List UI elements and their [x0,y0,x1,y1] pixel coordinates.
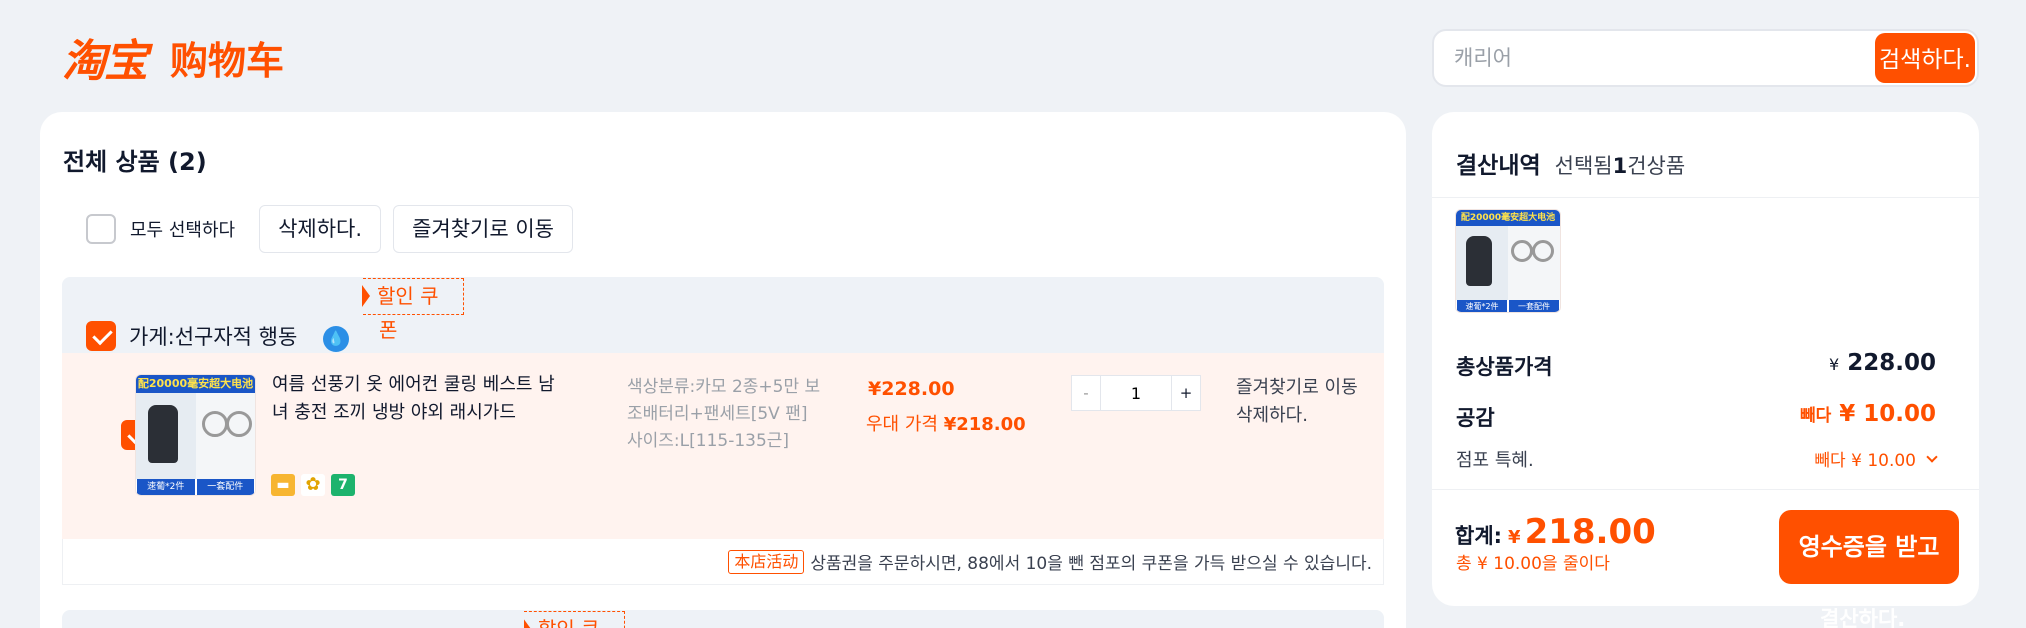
divider [1432,197,1979,198]
product-sku[interactable]: 색상분류:카모 2종+5만 보조배터리+팬세트[5V 팬] 사이즈:L[115-… [627,374,827,455]
promo-tag: 本店活动 [728,549,805,574]
thumb-tags: 速葡*2件 一套配件 [1456,300,1560,312]
select-all-label[interactable]: 모두 선택하다 [130,216,235,242]
total-amount: 228.00 [1847,350,1936,376]
credit-card-icon: ▬ [271,474,295,496]
vest-image [1456,226,1508,300]
cart-title: 전체 상품 (2) [63,148,207,176]
sku-size: 사이즈:L[115-135근] [627,431,790,451]
quantity-stepper: - + [1071,375,1201,411]
summary-title: 결산내역 [1456,153,1541,179]
summary-header: 결산내역 선택됨1건상품 [1456,146,1685,180]
coupon-label-line1: 할인 쿠 [538,617,600,628]
selected-product-thumbnail[interactable]: 配20000毫安超大电池 速葡*2件 一套配件 [1455,209,1561,313]
search-bar: 검색하다. [1432,29,1979,87]
thumb-banner: 配20000毫安超大电池 [1456,210,1560,226]
sku-color: 색상분류:카모 2종+5만 보조배터리+팬세트[5V 팬] [627,377,821,424]
store-promo: 本店活动 상품권을 주문하시면, 88에서 10을 뺀 점포의 쿠폰을 가득 받… [728,549,1372,574]
vest-image [136,393,196,479]
cart-toolbar: 모두 선택하다 삭제하다. 즐겨찾기로 이동 [86,205,585,253]
pay-total: 합계: ¥ 218.00 [1455,512,1656,552]
discount-prefix: 빼다 [1799,406,1832,426]
store-coupon-tag[interactable]: 할인 쿠 [524,611,625,628]
discount-label: 공감 [1456,406,1495,430]
page-title: 购物车 [170,38,285,83]
thumb-image [1456,226,1560,300]
checkout-sub-label: 결산하다. [1820,607,1906,628]
pay-label: 합계: [1455,524,1503,548]
thumb-banner: 配20000毫安超大电池 [136,375,255,393]
total-currency: ¥ [1829,355,1840,374]
brand-logo: 淘宝 [62,36,148,87]
selected-suffix: 건상품 [1627,154,1686,178]
chevron-down-icon [1926,450,1938,463]
savings-text: 총 ¥ 10.00을 줄이다 [1456,554,1610,574]
shop-discount-toggle[interactable]: 빼다 ¥ 10.00 [1814,446,1938,471]
checkout-button[interactable]: 영수증을 받고 [1779,510,1959,584]
product-title[interactable]: 여름 선풍기 옷 에어컨 쿨링 베스트 남녀 충전 조끼 냉방 야외 래시가드 [272,371,562,427]
store-header [62,610,1384,628]
move-to-favorites-button[interactable]: 즐겨찾기로 이동 [393,205,573,253]
pay-currency: ¥ [1508,527,1521,548]
thumb-image [136,393,255,479]
store-coupon-tag[interactable]: 할인 쿠 폰 [362,278,464,342]
coupon-label-line2: 폰 [379,318,398,342]
delete-item-link[interactable]: 삭제하다. [1236,402,1366,430]
discount-label: 우대 가격 [866,414,938,435]
discount-value: ¥218.00 [943,414,1026,435]
move-to-favorites-link[interactable]: 즐겨찾기로 이동 [1236,374,1366,402]
search-button[interactable]: 검색하다. [1875,33,1975,83]
selected-number: 1 [1612,154,1628,178]
seven-day-return-icon: 7 [331,474,355,496]
thumb-tag-left: 速葡*2件 [137,479,195,495]
delete-button[interactable]: 삭제하다. [259,205,382,253]
item-operations: 즐겨찾기로 이동 삭제하다. [1236,374,1366,430]
search-input[interactable] [1454,41,1834,75]
discount-amount: ¥ 10.00 [1839,401,1936,427]
thumb-tags: 速葡*2件 一套配件 [136,479,255,495]
fans-image [1508,226,1560,300]
decrement-button[interactable]: - [1071,375,1101,411]
total-price-value: ¥ 228.00 [1829,350,1936,376]
shop-discount-label: 점포 특혜. [1456,450,1534,471]
divider [1432,489,1979,490]
discount-value: 빼다 ¥ 10.00 [1800,401,1936,427]
selected-prefix: 선택됨 [1554,154,1613,178]
total-price-label: 총상품가격 [1456,355,1553,379]
taobao-logo[interactable]: 淘宝 购物车 [62,28,285,87]
service-badges: ▬ ✿ 7 [271,474,355,496]
increment-button[interactable]: + [1171,375,1201,411]
thumb-tag-right: 一套配件 [196,479,254,495]
store-checkbox[interactable] [86,321,116,351]
chat-icon[interactable]: 💧 [323,326,349,352]
promo-text: 상품권을 주문하시면, 88에서 10을 뺀 점포의 쿠폰을 가득 받으실 수 … [810,554,1372,574]
thumb-tag-right: 一套配件 [1509,300,1559,312]
unit-price: ¥228.00 [868,378,955,400]
quantity-input[interactable] [1101,375,1171,411]
sprout-icon: ✿ [301,474,325,496]
pay-amount: 218.00 [1524,512,1656,552]
discount-price: 우대 가격 ¥218.00 [866,410,1026,436]
store-name[interactable]: 가게:선구자적 행동 [129,321,297,351]
fans-image [195,393,255,479]
selected-count: 선택됨1건상품 [1555,150,1686,180]
shop-discount-value: 빼다 ¥ 10.00 [1814,451,1916,471]
coupon-label-line1: 할인 쿠 [377,284,439,308]
thumb-tag-left: 速葡*2件 [1457,300,1507,312]
select-all-checkbox[interactable] [86,214,116,244]
product-thumbnail[interactable]: 配20000毫安超大电池 速葡*2件 一套配件 [135,374,256,496]
